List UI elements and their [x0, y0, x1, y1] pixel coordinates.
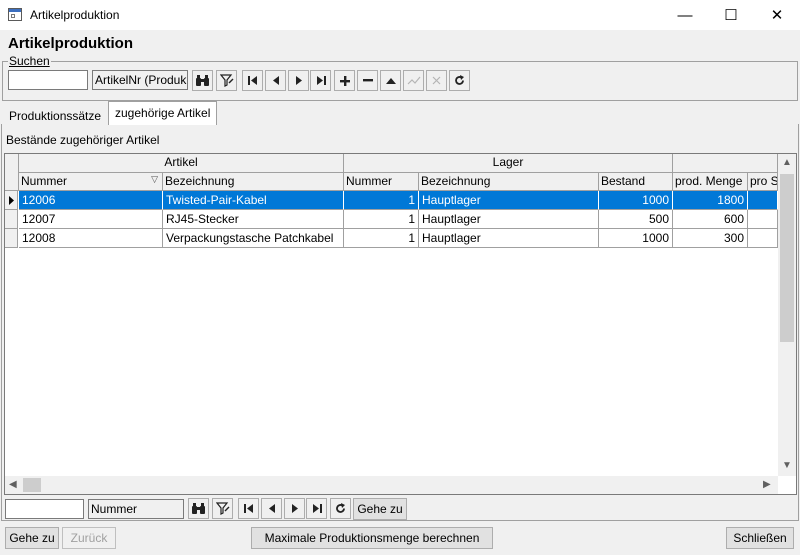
filter-icon[interactable]	[216, 70, 237, 91]
cell-bestand[interactable]: 500	[599, 210, 673, 229]
column-header-nummer[interactable]: Nummer ▽	[19, 173, 163, 191]
prev-record-icon[interactable]	[265, 70, 286, 91]
confirm-icon[interactable]	[403, 70, 424, 91]
cell-pro-s[interactable]	[748, 229, 778, 248]
cell-bezeichnung[interactable]: RJ45-Stecker	[163, 210, 344, 229]
tab-produktionssaetze[interactable]: Produktionssätze	[2, 104, 108, 124]
goto-button[interactable]: Gehe zu	[5, 527, 59, 549]
back-button[interactable]: Zurück	[62, 527, 116, 549]
grid-corner	[5, 154, 19, 191]
cell-nummer[interactable]: 12007	[19, 210, 163, 229]
scroll-down-icon[interactable]: ▼	[782, 460, 792, 471]
tab-zugehoerige-artikel[interactable]: zugehörige Artikel	[108, 101, 218, 125]
cell-lager-nummer[interactable]: 1	[344, 191, 419, 210]
cell-bestand[interactable]: 1000	[599, 229, 673, 248]
column-header-pro-s[interactable]: pro S	[748, 173, 778, 191]
cell-lager-bezeichnung[interactable]: Hauptlager	[419, 229, 599, 248]
column-header-lager-nummer[interactable]: Nummer	[344, 173, 419, 191]
scroll-up-icon[interactable]: ▲	[782, 157, 792, 168]
section-label: Bestände zugehöriger Artikel	[6, 133, 160, 147]
scroll-left-icon[interactable]: ◀	[9, 479, 17, 490]
search-input[interactable]	[8, 70, 88, 90]
close-dialog-button[interactable]: Schließen	[726, 527, 794, 549]
nav-goto-button[interactable]: Gehe zu	[353, 498, 407, 520]
horizontal-scroll-thumb[interactable]	[23, 478, 41, 492]
close-button[interactable]: ✕	[754, 0, 800, 30]
vertical-scroll-thumb[interactable]	[780, 174, 794, 342]
page-title: Artikelproduktion	[8, 35, 134, 52]
cell-lager-bezeichnung[interactable]: Hauptlager	[419, 210, 599, 229]
window-title: Artikelproduktion	[30, 8, 120, 22]
row-indicator	[5, 191, 18, 210]
maximize-button[interactable]: ☐	[708, 0, 754, 30]
cancel-edit-icon[interactable]	[426, 70, 447, 91]
cell-lager-bezeichnung[interactable]: Hauptlager	[419, 191, 599, 210]
cell-pro-s[interactable]	[748, 191, 778, 210]
calc-max-production-button[interactable]: Maximale Produktionsmenge berechnen	[251, 527, 493, 549]
delete-record-icon[interactable]	[357, 70, 378, 91]
edit-record-icon[interactable]	[380, 70, 401, 91]
cell-bestand[interactable]: 1000	[599, 191, 673, 210]
cell-nummer[interactable]: 12008	[19, 229, 163, 248]
nav-filter-icon[interactable]	[212, 498, 233, 519]
first-record-icon[interactable]	[242, 70, 263, 91]
last-record-icon[interactable]	[310, 70, 331, 91]
cell-pro-s[interactable]	[748, 210, 778, 229]
nav-refresh-icon[interactable]	[330, 498, 351, 519]
column-header-prod-menge[interactable]: prod. Menge	[673, 173, 748, 191]
horizontal-scrollbar[interactable]: ◀ ▶	[5, 476, 778, 494]
cell-lager-nummer[interactable]: 1	[344, 229, 419, 248]
refresh-icon[interactable]	[449, 70, 470, 91]
vertical-scrollbar[interactable]: ▲ ▼	[778, 154, 796, 476]
column-header-bezeichnung[interactable]: Bezeichnung	[163, 173, 344, 191]
group-header-extra	[673, 154, 778, 173]
add-record-icon[interactable]	[334, 70, 355, 91]
nav-field-select[interactable]: Nummer	[88, 499, 184, 519]
cell-prod-menge[interactable]: 1800	[673, 191, 748, 210]
column-header-bestand[interactable]: Bestand	[599, 173, 673, 191]
cell-nummer[interactable]: 12006	[19, 191, 163, 210]
column-label: Nummer	[21, 174, 68, 188]
cell-prod-menge[interactable]: 600	[673, 210, 748, 229]
nav-next-record-icon[interactable]	[284, 498, 305, 519]
row-indicator	[5, 210, 18, 229]
group-header-artikel: Artikel	[19, 154, 344, 173]
group-header-lager: Lager	[344, 154, 673, 173]
nav-first-record-icon[interactable]	[238, 498, 259, 519]
sort-icon: ▽	[151, 174, 158, 184]
binoculars-icon[interactable]	[192, 70, 213, 91]
app-icon	[8, 8, 22, 21]
nav-prev-record-icon[interactable]	[261, 498, 282, 519]
next-record-icon[interactable]	[288, 70, 309, 91]
nav-search-input[interactable]	[5, 499, 84, 519]
scroll-right-icon[interactable]: ▶	[763, 479, 771, 490]
column-header-lager-bezeichnung[interactable]: Bezeichnung	[419, 173, 599, 191]
data-grid[interactable]: Artikel Lager Nummer ▽ Bezeichnung Nummer…	[4, 153, 797, 495]
nav-last-record-icon[interactable]	[306, 498, 327, 519]
nav-binoculars-icon[interactable]	[188, 498, 209, 519]
minimize-button[interactable]: —	[662, 0, 708, 30]
search-field-select[interactable]: ArtikelNr (Produk	[92, 70, 188, 90]
cell-bezeichnung[interactable]: Twisted-Pair-Kabel	[163, 191, 344, 210]
cell-bezeichnung[interactable]: Verpackungstasche Patchkabel	[163, 229, 344, 248]
cell-prod-menge[interactable]: 300	[673, 229, 748, 248]
cell-lager-nummer[interactable]: 1	[344, 210, 419, 229]
search-legend: Suchen	[8, 54, 51, 68]
row-indicator	[5, 229, 18, 248]
